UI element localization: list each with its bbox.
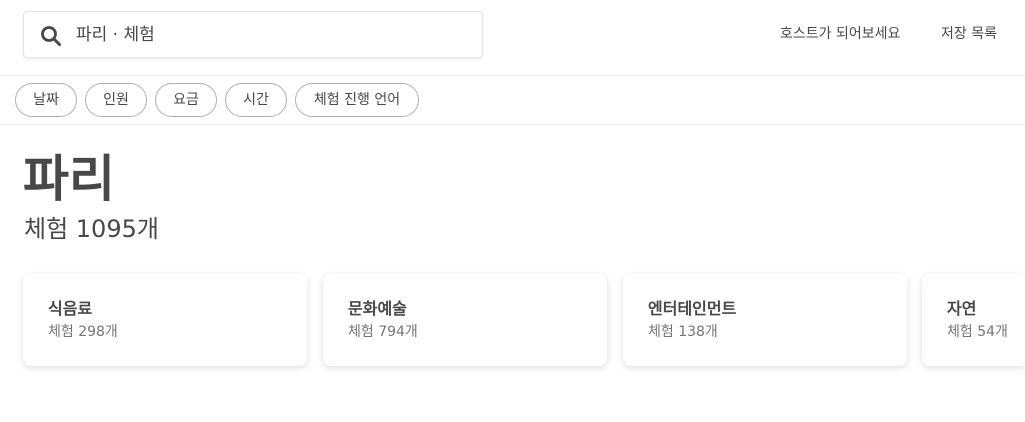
category-card-arts[interactable]: 문화예술 체험 794개 (323, 274, 607, 366)
category-count: 체험 298개 (48, 324, 118, 340)
category-name: 문화예술 (348, 299, 407, 318)
category-name: 엔터테인먼트 (648, 299, 737, 318)
category-count: 체험 138개 (648, 324, 718, 340)
filter-guests-button[interactable]: 인원 (85, 83, 147, 117)
category-count: 체험 794개 (348, 324, 418, 340)
filter-time-button[interactable]: 시간 (225, 83, 287, 117)
header: 파리 · 체험 호스트가 되어보세요 저장 목록 (0, 0, 1025, 76)
category-card-entertainment[interactable]: 엔터테인먼트 체험 138개 (623, 274, 907, 366)
category-name: 식음료 (48, 299, 93, 318)
page-title: 파리 (23, 150, 115, 208)
search-input[interactable]: 파리 · 체험 (76, 24, 155, 46)
category-card-nature[interactable]: 자연 체험 54개 (922, 274, 1025, 366)
become-host-link[interactable]: 호스트가 되어보세요 (780, 24, 900, 44)
category-name: 자연 (947, 299, 977, 318)
category-card-food[interactable]: 식음료 체험 298개 (23, 274, 307, 366)
search-bar[interactable]: 파리 · 체험 (23, 11, 483, 58)
search-icon (40, 25, 62, 47)
filter-price-button[interactable]: 요금 (155, 83, 217, 117)
category-count: 체험 54개 (947, 324, 1008, 340)
results-count: 체험 1095개 (24, 215, 159, 243)
filter-date-button[interactable]: 날짜 (15, 83, 77, 117)
saved-list-link[interactable]: 저장 목록 (941, 24, 997, 44)
filter-language-button[interactable]: 체험 진행 언어 (295, 83, 419, 117)
filter-bar: 날짜 인원 요금 시간 체험 진행 언어 (0, 76, 1025, 125)
